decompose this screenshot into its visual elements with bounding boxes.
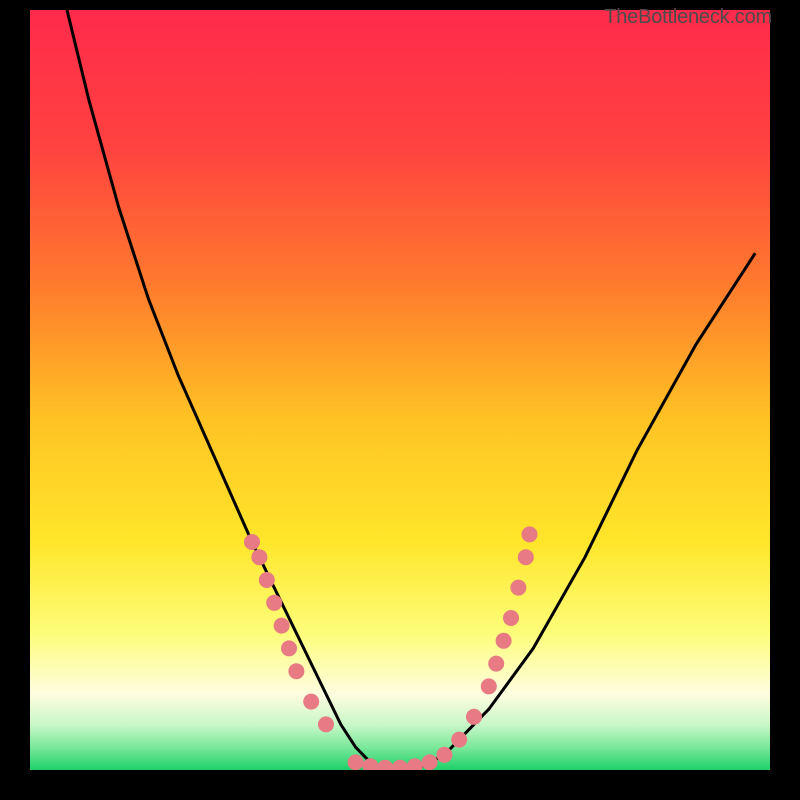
data-point xyxy=(422,754,438,770)
data-point xyxy=(281,640,297,656)
data-point xyxy=(503,610,519,626)
data-point xyxy=(488,656,504,672)
data-point xyxy=(251,549,267,565)
chart-svg xyxy=(30,10,770,770)
data-point xyxy=(518,549,534,565)
data-point xyxy=(274,618,290,634)
data-point xyxy=(522,526,538,542)
data-point xyxy=(466,709,482,725)
data-point xyxy=(510,580,526,596)
data-point xyxy=(288,663,304,679)
data-point xyxy=(303,694,319,710)
data-point xyxy=(348,754,364,770)
data-point xyxy=(244,534,260,550)
data-point xyxy=(496,633,512,649)
data-point xyxy=(318,716,334,732)
chart-background xyxy=(30,10,770,770)
data-point xyxy=(266,595,282,611)
data-point xyxy=(259,572,275,588)
chart-frame xyxy=(30,10,770,770)
data-point xyxy=(436,747,452,763)
data-point xyxy=(481,678,497,694)
watermark-text: TheBottleneck.com xyxy=(604,6,772,29)
data-point xyxy=(451,732,467,748)
